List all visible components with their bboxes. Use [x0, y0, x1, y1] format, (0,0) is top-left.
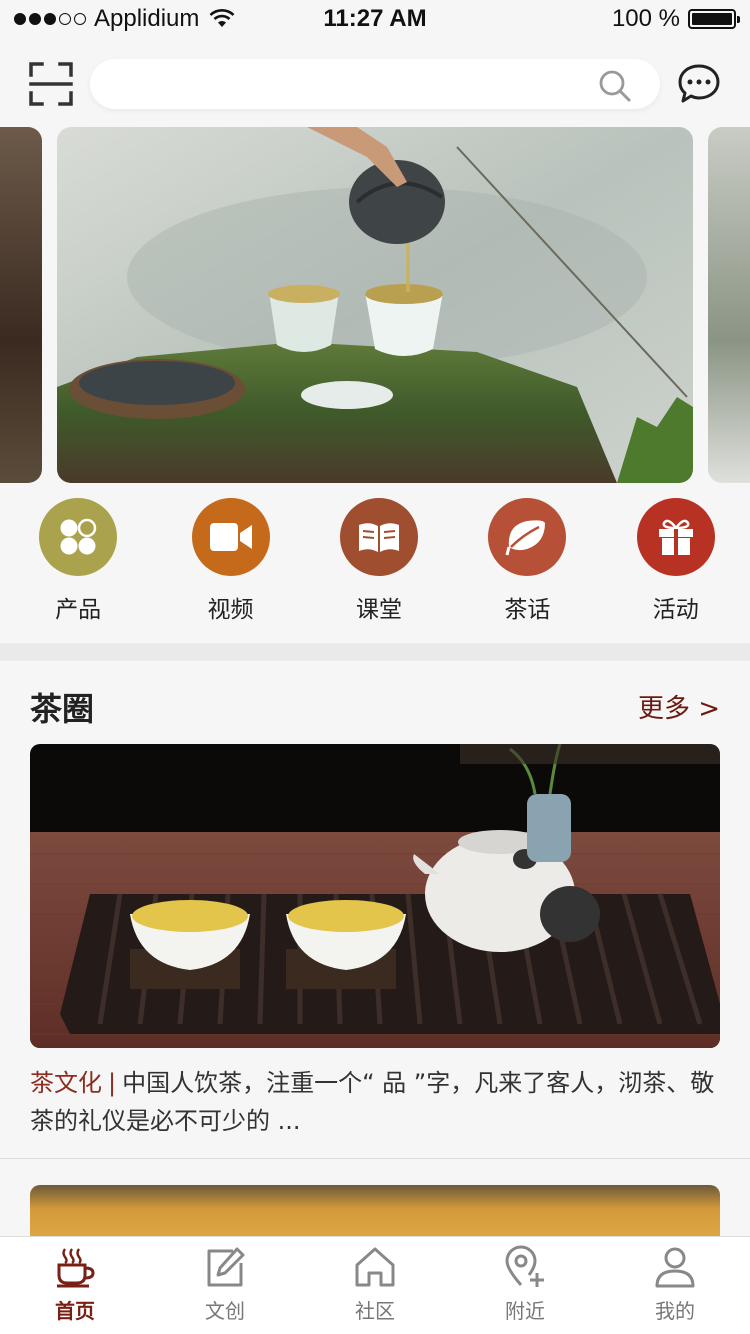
book-icon — [339, 498, 418, 576]
category-label: 茶话 — [504, 597, 551, 623]
category-classroom[interactable]: 课堂 — [305, 498, 453, 628]
message-icon[interactable] — [677, 63, 721, 105]
tab-nearby[interactable]: 附近 — [450, 1237, 600, 1334]
battery-icon — [688, 9, 740, 29]
category-label: 活动 — [652, 597, 699, 623]
category-menu: 产品 视频 课堂 茶话 活动 — [0, 498, 750, 628]
article-separator: | — [108, 1069, 117, 1097]
article-image[interactable] — [30, 744, 720, 1048]
clover-icon — [39, 498, 118, 576]
tab-home[interactable]: 首页 — [0, 1237, 150, 1334]
list-divider — [0, 1158, 750, 1159]
tab-bar: 首页 文创 社区 附近 我的 — [0, 1236, 750, 1334]
banner-slide-next[interactable] — [708, 127, 750, 483]
battery-status: 100 % — [611, 5, 740, 33]
tab-label: 文创 — [205, 1299, 245, 1323]
category-label: 产品 — [55, 597, 102, 623]
tea-leaf-icon — [488, 498, 567, 576]
banner-carousel[interactable] — [0, 127, 750, 483]
category-products[interactable]: 产品 — [0, 498, 156, 628]
status-bar: Applidium 11:27 AM 100 % — [0, 0, 750, 40]
category-tea-talk[interactable]: 茶话 — [453, 498, 601, 628]
battery-percent: 100 % — [611, 5, 680, 32]
section-divider — [0, 643, 750, 661]
category-label: 视频 — [207, 597, 254, 623]
tea-set-photo — [30, 744, 720, 1048]
tab-creative[interactable]: 文创 — [150, 1237, 300, 1334]
category-videos[interactable]: 视频 — [156, 498, 304, 628]
tab-label: 我的 — [655, 1299, 695, 1323]
edit-icon — [207, 1247, 245, 1287]
tea-pouring-photo — [57, 127, 693, 483]
banner-slide-previous[interactable] — [0, 127, 42, 483]
location-add-icon — [505, 1245, 544, 1287]
tea-cup-icon — [57, 1248, 95, 1288]
tab-community[interactable]: 社区 — [300, 1237, 450, 1334]
banner-slide-current[interactable] — [57, 127, 693, 483]
tab-label: 首页 — [55, 1299, 95, 1323]
category-events[interactable]: 活动 — [602, 498, 750, 628]
search-icon[interactable] — [598, 69, 632, 103]
category-label: 课堂 — [355, 597, 402, 623]
search-header — [0, 55, 750, 115]
tab-label: 附近 — [505, 1299, 545, 1323]
scan-icon[interactable] — [28, 61, 74, 107]
search-input[interactable] — [90, 59, 660, 109]
gift-icon — [636, 498, 715, 576]
home-icon — [355, 1247, 395, 1287]
more-link[interactable]: 更多 > — [638, 688, 720, 725]
article-text: 中国人饮茶，注重一个“ 品 ”字，凡来了客人，沏茶、敬茶的礼仪是必不可少的 ..… — [30, 1069, 715, 1135]
article-summary[interactable]: 茶文化 | 中国人饮茶，注重一个“ 品 ”字，凡来了客人，沏茶、敬茶的礼仪是必不可少… — [30, 1064, 720, 1140]
user-icon — [655, 1247, 695, 1288]
tab-label: 社区 — [355, 1299, 395, 1323]
section-title: 茶圈 — [30, 690, 95, 728]
video-camera-icon — [191, 498, 270, 576]
article-tag[interactable]: 茶文化 — [30, 1069, 102, 1097]
tab-profile[interactable]: 我的 — [600, 1237, 750, 1334]
